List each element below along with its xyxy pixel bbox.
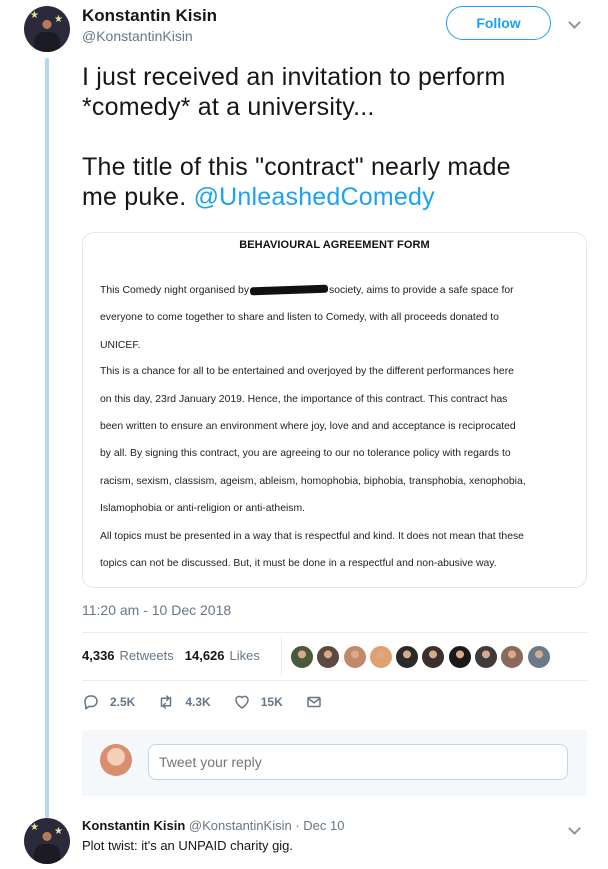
- document-line: UNICEF.: [100, 339, 141, 351]
- reply-author-avatar[interactable]: ★ ★: [24, 818, 70, 864]
- retweet-icon: [161, 695, 172, 709]
- document-text: society, aims to provide a safe space fo…: [329, 285, 514, 296]
- divider: [281, 636, 282, 676]
- tweet-author[interactable]: Konstantin Kisin @KonstantinKisin: [82, 6, 217, 46]
- star-decoration: ★: [54, 14, 63, 25]
- reply-input[interactable]: [148, 744, 568, 780]
- document-title: BEHAVIOURAL AGREEMENT FORM: [239, 239, 430, 251]
- tweet-timestamp[interactable]: 11:20 am - 10 Dec 2018: [82, 602, 231, 618]
- star-decoration: ★: [30, 822, 39, 833]
- reply-icon: [84, 695, 98, 710]
- document-body: This Comedy night organised by society, a…: [100, 277, 570, 577]
- retweet-count: 4.3K: [185, 695, 211, 709]
- mention-link[interactable]: @UnleashedComedy: [194, 183, 435, 211]
- like-button[interactable]: 15K: [233, 693, 283, 711]
- document-line: This is a chance for all to be entertain…: [100, 366, 514, 378]
- reply-composer: [82, 730, 587, 796]
- chevron-down-icon[interactable]: [568, 822, 582, 836]
- liker-avatar[interactable]: [368, 645, 393, 669]
- reply-button[interactable]: 2.5K: [82, 693, 135, 711]
- document-line: been written to ensure an environment wh…: [100, 421, 516, 433]
- liker-avatar[interactable]: [474, 645, 499, 669]
- liker-avatars: [290, 645, 553, 669]
- liker-avatar[interactable]: [500, 645, 525, 669]
- liker-avatar[interactable]: [526, 645, 551, 669]
- tweet-text: I just received an invitation to perform…: [82, 62, 582, 212]
- liker-avatar[interactable]: [395, 645, 420, 669]
- author-name[interactable]: Konstantin Kisin: [82, 6, 217, 26]
- direct-message-button[interactable]: [305, 693, 333, 711]
- redaction-mark: [249, 284, 329, 296]
- document-text: This Comedy night organised by: [100, 285, 250, 296]
- follow-button[interactable]: Follow: [446, 6, 551, 40]
- tweet-stats: 4,336 Retweets 14,626 Likes: [82, 648, 271, 663]
- heart-icon: [234, 695, 249, 709]
- liker-avatar[interactable]: [290, 645, 314, 669]
- chevron-down-icon[interactable]: [568, 16, 582, 30]
- divider: [82, 632, 587, 633]
- reply-count: 2.5K: [110, 695, 136, 709]
- document-line: Islamophobia or anti-religion or anti-at…: [100, 503, 306, 515]
- document-line: racism, sexism, classism, ageism, ableis…: [100, 475, 526, 487]
- retweets-count: 4,336: [82, 648, 115, 663]
- document-line: topics can not be discussed. But, it mus…: [100, 558, 497, 570]
- tweet-text-line: *comedy* at a university...: [82, 93, 375, 121]
- document-line: everyone to come together to share and l…: [100, 312, 499, 324]
- tweet-text-line: me puke. @UnleashedComedy: [82, 182, 582, 212]
- tweet-text-line: I just received an invitation to perform: [82, 63, 506, 91]
- like-count: 15K: [260, 695, 283, 709]
- reply-tweet-text: Plot twist: it's an UNPAID charity gig.: [82, 838, 294, 853]
- author-handle[interactable]: @KonstantinKisin: [82, 26, 217, 46]
- retweet-button[interactable]: 4.3K: [157, 693, 211, 711]
- reply-author-meta[interactable]: @KonstantinKisin · Dec 10: [189, 818, 345, 833]
- likes-stat[interactable]: 14,626 Likes: [185, 648, 260, 663]
- likes-label: Likes: [229, 648, 260, 663]
- document-line: All topics must be presented in a way th…: [100, 530, 524, 542]
- tweet-text-line: The title of this "contract" nearly made: [82, 153, 511, 181]
- star-decoration: ★: [30, 10, 39, 21]
- user-avatar: [100, 744, 132, 776]
- retweets-stat[interactable]: 4,336 Retweets: [82, 648, 174, 663]
- likes-count: 14,626: [184, 648, 225, 663]
- retweets-label: Retweets: [119, 648, 174, 663]
- reply-author-name[interactable]: Konstantin Kisin: [82, 818, 185, 833]
- tweet-media-image[interactable]: BEHAVIOURAL AGREEMENT FORM This Comedy n…: [82, 232, 587, 588]
- tweet-text-fragment: me puke.: [82, 183, 187, 211]
- thread-connector-line: [45, 58, 49, 818]
- document-line: This Comedy night organised by society, a…: [100, 277, 570, 304]
- reply-tweet-header: Konstantin Kisin @KonstantinKisin · Dec …: [82, 818, 344, 833]
- liker-avatar[interactable]: [342, 645, 367, 669]
- author-avatar[interactable]: ★ ★: [24, 6, 70, 52]
- liker-avatar[interactable]: [421, 645, 446, 669]
- star-decoration: ★: [54, 826, 63, 837]
- envelope-icon: [306, 696, 321, 708]
- document-line: on this day, 23rd January 2019. Hence, t…: [100, 393, 508, 405]
- document-line: by all. By signing this contract, you ar…: [100, 448, 511, 460]
- tweet-actions: 2.5K 4.3K 15K: [82, 693, 355, 711]
- liker-avatar[interactable]: [316, 645, 341, 669]
- liker-avatar[interactable]: [447, 645, 472, 669]
- divider: [82, 680, 587, 681]
